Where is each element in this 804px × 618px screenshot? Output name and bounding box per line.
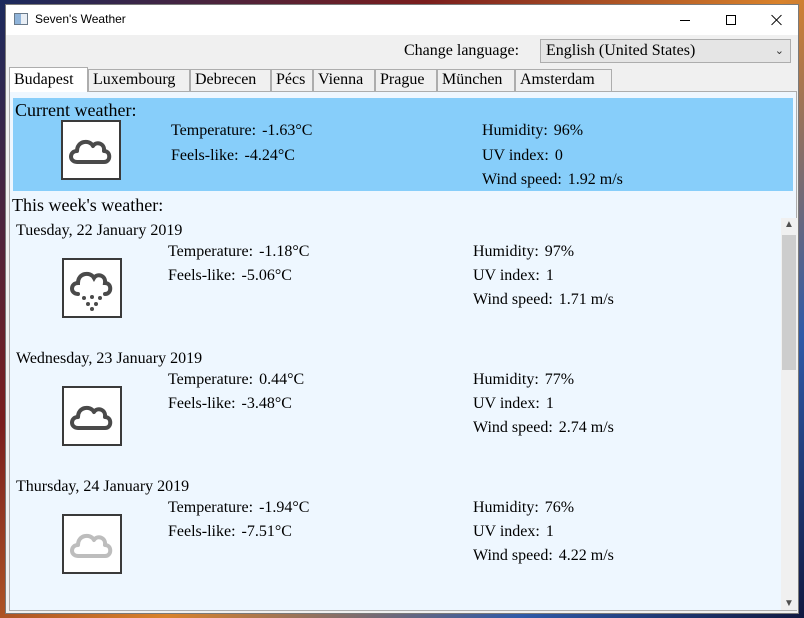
- tab-label: Pécs: [276, 71, 306, 88]
- tab-label: Vienna: [318, 71, 364, 88]
- window-title: Seven's Weather: [35, 12, 126, 26]
- tab-label: Debrecen: [195, 71, 257, 88]
- tab-debrecen[interactable]: Debrecen: [190, 69, 271, 91]
- day-date: Wednesday, 23 January 2019: [16, 350, 203, 367]
- day-uv-index: UV index: 1: [473, 267, 554, 284]
- day-feels-like: Feels-like: -5.06°C: [168, 267, 292, 284]
- cloud-icon: [61, 120, 121, 180]
- week-weather-heading: This week's weather:: [12, 195, 164, 215]
- day-uv-index: UV index: 1: [473, 523, 554, 540]
- day-humidity: Humidity: 97%: [473, 243, 575, 260]
- current-uv-index: UV index: 0: [482, 147, 563, 164]
- minimize-button[interactable]: [662, 5, 708, 35]
- day-date: Tuesday, 22 January 2019: [16, 222, 183, 239]
- day-date: Thursday, 24 January 2019: [16, 478, 190, 495]
- title-bar[interactable]: Seven's Weather: [6, 5, 798, 35]
- tab-panel: Current weather: Temperature: -1.63°C Fee…: [9, 91, 797, 611]
- tab-label: Amsterdam: [520, 71, 595, 88]
- tab-label: München: [442, 71, 503, 88]
- minimize-icon: [680, 19, 690, 21]
- day-feels-like: Feels-like: -7.51°C: [168, 523, 292, 540]
- tab-munchen[interactable]: München: [437, 69, 515, 91]
- day-wind-speed: Wind speed: 4.22 m/s: [473, 547, 614, 564]
- day-wind-speed: Wind speed: 2.74 m/s: [473, 419, 614, 436]
- day-forecast: Tuesday, 22 January 2019 Temperature: -1.…: [10, 218, 780, 346]
- tab-label: Budapest: [14, 71, 74, 88]
- day-uv-index: UV index: 1: [473, 395, 554, 412]
- current-weather-section: Current weather: Temperature: -1.63°C Fee…: [13, 98, 793, 191]
- day-temperature: Temperature: -1.18°C: [168, 243, 310, 260]
- change-language-label: Change language:: [404, 42, 520, 59]
- day-temperature: Temperature: 0.44°C: [168, 371, 305, 388]
- scroll-up-arrow-icon[interactable]: ▲: [784, 219, 794, 230]
- cloud-light-icon: [62, 514, 122, 574]
- current-wind-speed: Wind speed: 1.92 m/s: [482, 171, 623, 188]
- chevron-down-icon: ⌄: [774, 45, 784, 57]
- tab-pecs[interactable]: Pécs: [271, 69, 313, 91]
- tab-amsterdam[interactable]: Amsterdam: [515, 69, 612, 91]
- current-feels-like: Feels-like: -4.24°C: [171, 147, 295, 164]
- language-select[interactable]: English (United States) ⌄: [540, 39, 791, 63]
- tab-label: Luxembourg: [93, 71, 176, 88]
- vertical-scrollbar[interactable]: ▲ ▼: [781, 218, 797, 610]
- language-selected-value: English (United States): [546, 42, 696, 59]
- maximize-icon: [726, 15, 736, 25]
- tab-budapest[interactable]: Budapest: [9, 67, 88, 92]
- week-forecast-list[interactable]: Tuesday, 22 January 2019 Temperature: -1.…: [10, 218, 780, 610]
- day-feels-like: Feels-like: -3.48°C: [168, 395, 292, 412]
- scrollbar-thumb[interactable]: [782, 235, 796, 370]
- current-weather-heading: Current weather:: [15, 100, 137, 120]
- day-forecast: Thursday, 24 January 2019 Temperature: -1…: [10, 474, 780, 602]
- tab-luxembourg[interactable]: Luxembourg: [88, 69, 190, 91]
- tab-label: Prague: [380, 71, 425, 88]
- day-temperature: Temperature: -1.94°C: [168, 499, 310, 516]
- current-temperature: Temperature: -1.63°C: [171, 122, 313, 139]
- day-forecast: Wednesday, 23 January 2019 Temperature: 0…: [10, 346, 780, 474]
- day-humidity: Humidity: 76%: [473, 499, 575, 516]
- tab-vienna[interactable]: Vienna: [313, 69, 375, 91]
- cloud-icon: [62, 386, 122, 446]
- tab-prague[interactable]: Prague: [375, 69, 437, 91]
- app-icon: [14, 13, 28, 25]
- close-icon: [771, 14, 783, 26]
- app-window: Seven's Weather Change language: English…: [5, 4, 799, 614]
- maximize-button[interactable]: [708, 5, 754, 35]
- day-humidity: Humidity: 77%: [473, 371, 575, 388]
- current-humidity: Humidity: 96%: [482, 122, 584, 139]
- day-wind-speed: Wind speed: 1.71 m/s: [473, 291, 614, 308]
- close-button[interactable]: [754, 5, 798, 35]
- scroll-down-arrow-icon[interactable]: ▼: [784, 598, 794, 609]
- cloud-snow-icon: [62, 258, 122, 318]
